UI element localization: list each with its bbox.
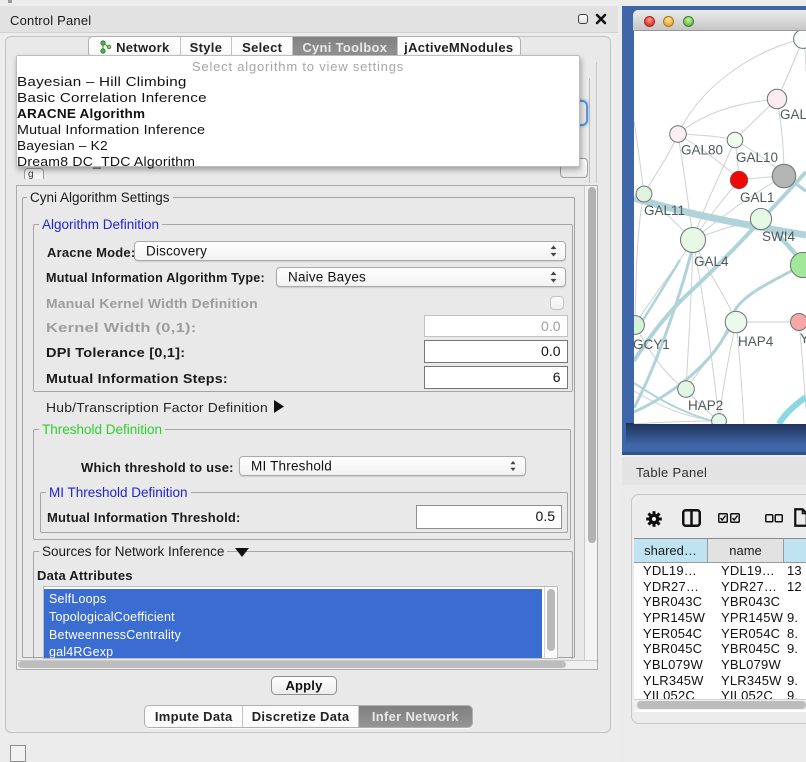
svg-text:SWI4: SWI4 — [762, 229, 795, 244]
svg-text:HAP2: HAP2 — [688, 398, 723, 413]
svg-text:HAP4: HAP4 — [738, 334, 774, 349]
svg-text:GAL10: GAL10 — [736, 150, 778, 165]
svg-text:GAL4: GAL4 — [694, 254, 729, 269]
svg-text:GCY1: GCY1 — [634, 337, 670, 352]
svg-text:GAL80: GAL80 — [681, 143, 723, 158]
svg-text:GAL2: GAL2 — [780, 107, 806, 122]
svg-text:GAL11: GAL11 — [644, 203, 685, 218]
svg-text:YJ: YJ — [800, 331, 806, 346]
svg-text:GAL1: GAL1 — [740, 190, 775, 205]
